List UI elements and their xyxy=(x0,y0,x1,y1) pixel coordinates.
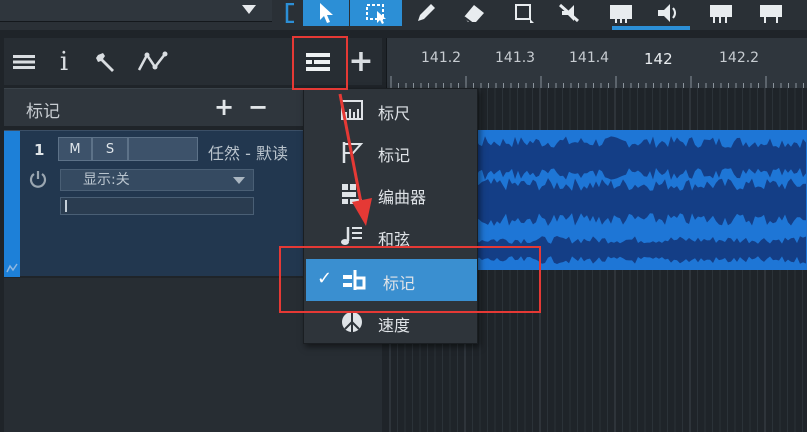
track-extra-button[interactable] xyxy=(128,137,198,161)
eraser-icon[interactable] xyxy=(452,0,496,26)
track-input-field[interactable] xyxy=(60,197,254,215)
annotation-highlight-button xyxy=(292,36,348,90)
track-number: 1 xyxy=(34,141,45,159)
menu-item-label: 标尺 xyxy=(378,104,411,123)
add-marker-button[interactable]: + xyxy=(214,93,234,121)
text-caret xyxy=(65,200,67,212)
comp-tool-icon[interactable] xyxy=(748,0,794,26)
ruler-ticks xyxy=(390,76,804,88)
ruler-label: 141.2 xyxy=(421,50,462,66)
remove-marker-button[interactable]: − xyxy=(248,93,268,121)
automation-icon[interactable] xyxy=(134,38,174,85)
info-button[interactable]: i xyxy=(54,38,74,85)
split-tool-icon[interactable] xyxy=(598,0,644,26)
automation-mini-icon[interactable] xyxy=(6,263,18,276)
power-icon[interactable] xyxy=(28,169,48,189)
menu-item-arranger[interactable]: 编曲器 xyxy=(304,173,479,215)
pencil-icon[interactable] xyxy=(408,0,444,26)
ruler-label: 142.2 xyxy=(719,50,760,66)
top-toolbar xyxy=(0,0,807,30)
arrow-tool-icon[interactable] xyxy=(303,0,349,26)
tempo-icon xyxy=(340,310,364,334)
range-tool-icon[interactable] xyxy=(350,0,402,26)
menu-item-label: 标记 xyxy=(378,146,411,165)
chevron-down-icon xyxy=(233,177,245,184)
wrench-icon[interactable] xyxy=(92,38,122,85)
menu-item-ruler[interactable]: 标尺 xyxy=(304,89,479,131)
listen-tool-icon[interactable] xyxy=(648,0,688,26)
list-icon[interactable] xyxy=(10,38,38,85)
display-select[interactable]: 显示:关 xyxy=(60,169,254,191)
paint-tool-icon[interactable] xyxy=(503,0,543,26)
daw-window: i + 标记 + − 1 M S 任然 - 默读 显示:关 141.2 141.… xyxy=(0,0,807,432)
track-color-stripe xyxy=(4,131,20,277)
ruler-label: 142 xyxy=(644,50,673,68)
annotation-highlight-menu-item xyxy=(279,246,541,313)
bend-tool-icon[interactable] xyxy=(698,0,744,26)
mute-tool-icon[interactable] xyxy=(550,0,590,26)
menu-item-label: 速度 xyxy=(378,316,411,335)
mute-button[interactable]: M xyxy=(58,137,92,161)
active-tool-indicator xyxy=(612,26,690,30)
timeline-ruler[interactable]: 141.2 141.3 141.4 142 142.2 xyxy=(386,38,807,88)
marker-title: 标记 xyxy=(26,102,60,122)
ruler-label: 141.4 xyxy=(569,50,610,66)
track-name[interactable]: 任然 - 默读 xyxy=(208,140,288,164)
annotation-arrow xyxy=(338,93,372,226)
add-track-button[interactable]: + xyxy=(348,38,374,85)
bracket-icon[interactable] xyxy=(281,0,301,26)
menu-item-marker[interactable]: 标记 xyxy=(304,131,479,173)
ruler-label: 141.3 xyxy=(495,50,536,66)
chevron-down-icon xyxy=(242,5,256,14)
menu-item-label: 编曲器 xyxy=(378,188,427,207)
toolbar-dropdown[interactable] xyxy=(0,0,272,22)
display-select-value: 显示:关 xyxy=(83,172,130,188)
solo-button[interactable]: S xyxy=(92,137,128,161)
